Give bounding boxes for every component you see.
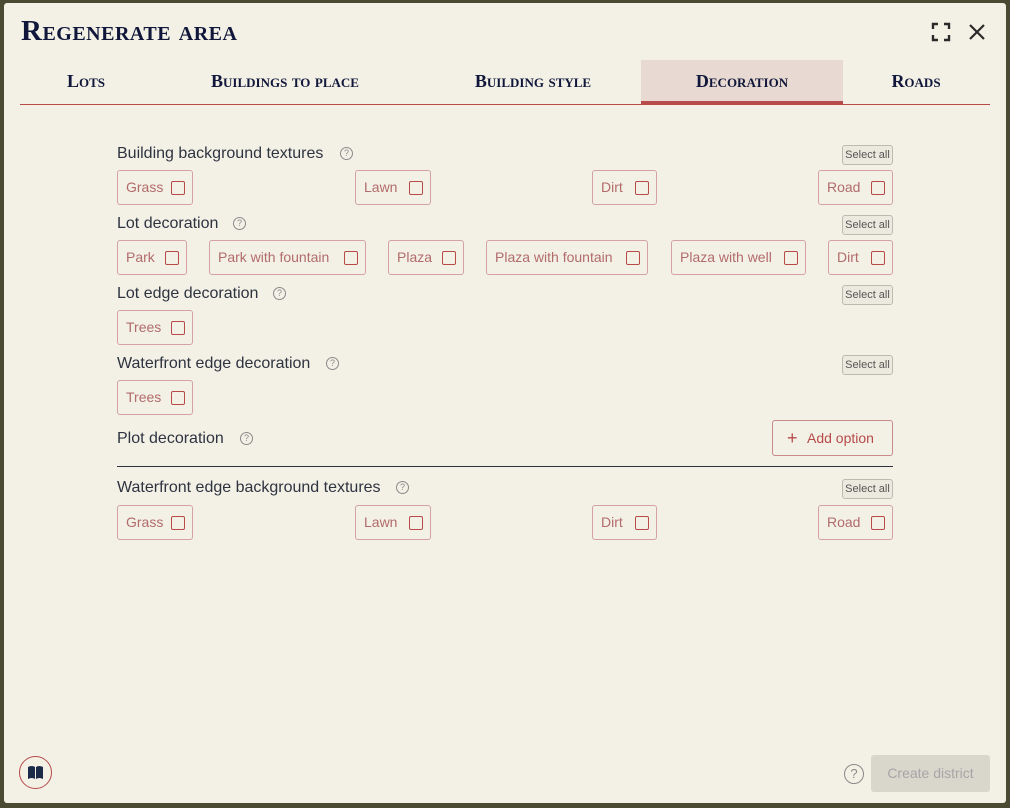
help-icon[interactable]: ? <box>340 147 353 160</box>
checkbox[interactable] <box>635 516 649 530</box>
help-icon[interactable]: ? <box>233 217 246 230</box>
option-trees[interactable]: Trees <box>117 310 193 345</box>
select-all-button[interactable]: Select all <box>842 355 893 375</box>
select-all-button[interactable]: Select all <box>842 479 893 499</box>
option-dirt[interactable]: Dirt <box>828 240 893 275</box>
option-road[interactable]: Road <box>818 505 893 540</box>
tab-decoration[interactable]: Decoration <box>641 60 843 105</box>
checkbox[interactable] <box>171 181 185 195</box>
option-park-with-fountain[interactable]: Park with fountain <box>209 240 366 275</box>
expand-icon[interactable] <box>930 21 952 43</box>
lot-edge-decoration-title: Lot edge decoration <box>117 285 259 302</box>
checkbox[interactable] <box>171 391 185 405</box>
checkbox[interactable] <box>442 251 456 265</box>
option-grass[interactable]: Grass <box>117 170 193 205</box>
select-all-button[interactable]: Select all <box>842 285 893 305</box>
select-all-button[interactable]: Select all <box>842 145 893 165</box>
checkbox[interactable] <box>871 251 885 265</box>
help-icon[interactable]: ? <box>240 432 253 445</box>
checkbox[interactable] <box>409 181 423 195</box>
help-icon[interactable]: ? <box>273 287 286 300</box>
building-background-textures-title: Building background textures <box>117 145 324 162</box>
tab-roads[interactable]: Roads <box>855 60 977 105</box>
checkbox[interactable] <box>635 181 649 195</box>
tab-bar: Lots Buildings to place Building style D… <box>20 60 990 105</box>
regenerate-area-dialog: Regenerate area Lots Buildings to place … <box>4 3 1006 803</box>
waterfront-edge-background-textures-title: Waterfront edge background textures <box>117 479 381 496</box>
create-district-button[interactable]: Create district <box>871 755 990 792</box>
help-icon[interactable]: ? <box>844 764 864 784</box>
option-plaza[interactable]: Plaza <box>388 240 464 275</box>
dialog-title: Regenerate area <box>21 15 238 47</box>
lot-decoration-title: Lot decoration <box>117 215 219 232</box>
option-plaza-with-well[interactable]: Plaza with well <box>671 240 806 275</box>
checkbox[interactable] <box>344 251 358 265</box>
option-lawn[interactable]: Lawn <box>355 505 431 540</box>
option-trees[interactable]: Trees <box>117 380 193 415</box>
book-icon[interactable] <box>19 756 52 789</box>
checkbox[interactable] <box>171 321 185 335</box>
checkbox[interactable] <box>871 516 885 530</box>
checkbox[interactable] <box>626 251 640 265</box>
divider <box>117 466 893 467</box>
tab-lots[interactable]: Lots <box>20 60 152 105</box>
help-icon[interactable]: ? <box>396 481 409 494</box>
checkbox[interactable] <box>171 516 185 530</box>
plot-decoration-title: Plot decoration <box>117 430 224 447</box>
option-grass[interactable]: Grass <box>117 505 193 540</box>
checkbox[interactable] <box>409 516 423 530</box>
option-dirt[interactable]: Dirt <box>592 170 657 205</box>
select-all-button[interactable]: Select all <box>842 215 893 235</box>
checkbox[interactable] <box>165 251 179 265</box>
option-road[interactable]: Road <box>818 170 893 205</box>
option-dirt[interactable]: Dirt <box>592 505 657 540</box>
tab-building-style[interactable]: Building style <box>428 60 638 105</box>
help-icon[interactable]: ? <box>326 357 339 370</box>
close-icon[interactable] <box>966 21 988 43</box>
add-option-button[interactable]: + Add option <box>772 420 893 456</box>
option-park[interactable]: Park <box>117 240 187 275</box>
checkbox[interactable] <box>784 251 798 265</box>
tab-buildings-to-place[interactable]: Buildings to place <box>154 60 416 105</box>
option-lawn[interactable]: Lawn <box>355 170 431 205</box>
plus-icon: + <box>787 428 798 448</box>
checkbox[interactable] <box>871 181 885 195</box>
option-plaza-with-fountain[interactable]: Plaza with fountain <box>486 240 648 275</box>
waterfront-edge-decoration-title: Waterfront edge decoration <box>117 355 311 372</box>
